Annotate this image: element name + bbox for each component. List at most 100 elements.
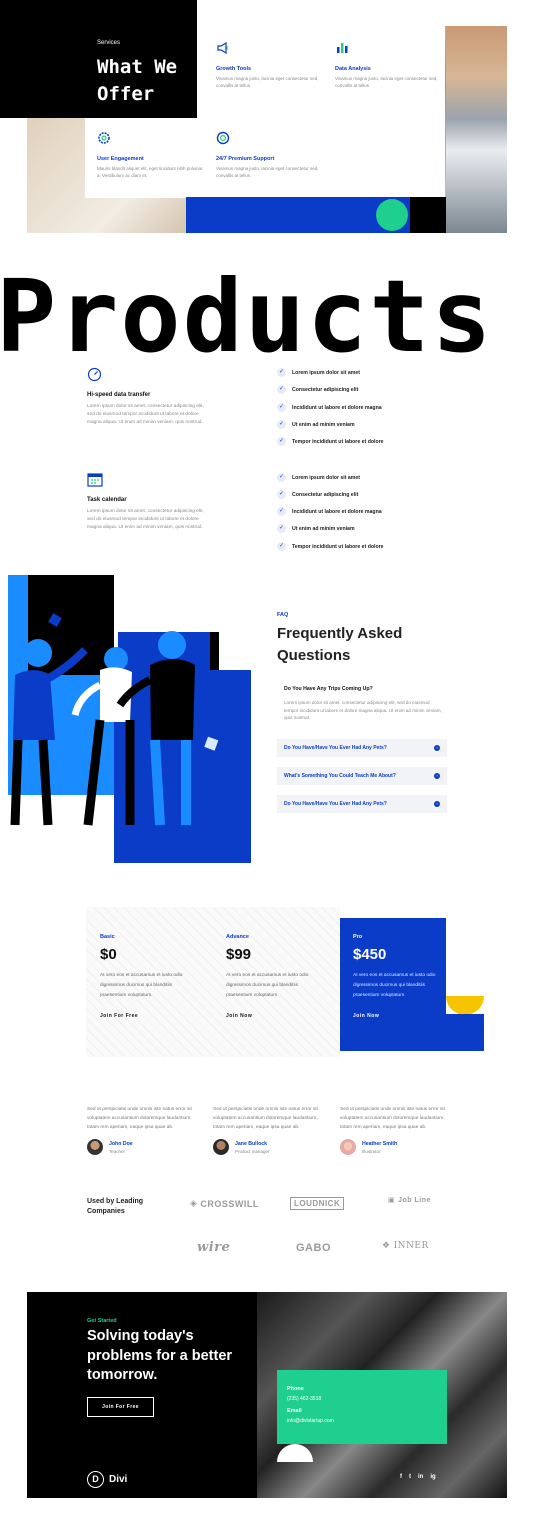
services-person-photo xyxy=(446,26,507,233)
services-green-circle xyxy=(376,199,408,231)
services-label: Services xyxy=(97,40,121,46)
used-by-heading: Used by Leading Companies xyxy=(87,1198,144,1215)
linkedin-icon[interactable]: in xyxy=(418,1474,423,1480)
calendar-icon xyxy=(87,473,103,487)
logo-inner: ❖ INNER xyxy=(382,1241,429,1251)
testimonial-role: Product manager xyxy=(235,1148,270,1154)
feature-title: 24/7 Premium Support xyxy=(216,156,275,162)
plan-name: Basic xyxy=(100,934,115,940)
plan-name: Advance xyxy=(226,934,249,940)
feature-title: Growth Tools xyxy=(216,66,252,72)
cta-label: Get Started xyxy=(87,1318,117,1324)
plan-price: $0 xyxy=(100,946,117,963)
checklist-item: ✓ Incididunt ut labore et dolore magna xyxy=(277,403,382,412)
faq-open-question[interactable]: Do You Have Any Trips Coming Up? xyxy=(284,686,373,692)
check-icon: ✓ xyxy=(277,437,286,446)
checklist-item: ✓ Incididunt ut labore et dolore magna xyxy=(277,507,382,516)
check-icon: ✓ xyxy=(277,403,286,412)
logo-loudnick: LOUDNICK xyxy=(290,1197,345,1210)
faq-item[interactable]: Do You Have/Have You Ever Had Any Pets? … xyxy=(277,739,447,757)
checklist-item: ✓ Ut enim ad minim veniam xyxy=(277,524,355,533)
testimonial-name: Heather Smith xyxy=(362,1140,398,1147)
avatar xyxy=(87,1139,103,1155)
feature-text: Vivamus magna justo, lacinia eget consec… xyxy=(335,76,438,88)
services-heading-block: Services What We Offer xyxy=(0,0,197,118)
product-feature-title: Task calendar xyxy=(87,497,127,503)
services-black-square xyxy=(410,197,446,233)
join-now-button[interactable]: Join Now xyxy=(226,1013,332,1019)
join-now-button[interactable]: Join Now xyxy=(353,1013,459,1019)
check-icon: ✓ xyxy=(277,420,286,429)
product-feature-text: Lorem ipsum dolor sit amet, consectetur … xyxy=(87,509,204,530)
pricing-card-advance: Advance $99 At vero eos et accusamus et … xyxy=(226,934,332,1067)
social-links: f t in ig xyxy=(393,1474,436,1480)
faq-open-answer: Lorem ipsum dolor sit amet, consectetur … xyxy=(284,700,442,720)
logo-jobline: ▣ Job Line xyxy=(388,1196,431,1205)
bar-chart-icon xyxy=(337,43,348,53)
plan-name: Pro xyxy=(353,934,363,940)
team-illustration xyxy=(8,575,251,863)
check-icon: ✓ xyxy=(277,368,286,377)
contact-card: Phone (235) 462-3518 Email info@divistar… xyxy=(277,1370,447,1444)
testimonial-text: Sed ut perspiciatis unde omnis iste natu… xyxy=(340,1107,445,1130)
testimonial: Sed ut perspiciatis unde omnis iste natu… xyxy=(340,1105,455,1155)
gear-icon xyxy=(98,132,110,144)
product-feature-text: Lorem ipsum dolor sit amet, consectetur … xyxy=(87,404,204,425)
pricing-card-basic: Basic $0 At vero eos et accusamus et ius… xyxy=(100,934,206,1067)
check-icon: ✓ xyxy=(277,490,286,499)
services-title: What We Offer xyxy=(97,56,178,105)
checklist-item: ✓ Consectetur adipiscing elit xyxy=(277,385,359,394)
checklist-item: ✓ Ut enim ad minim veniam xyxy=(277,420,355,429)
testimonial: Sed ut perspiciatis unde omnis iste natu… xyxy=(213,1105,328,1155)
divi-logo[interactable]: D Divi xyxy=(87,1471,127,1488)
check-icon: ✓ xyxy=(277,524,286,533)
logo-wire: wire xyxy=(197,1240,231,1255)
feature-text: Vivamus magna justo, lacinia eget consec… xyxy=(216,166,319,178)
feature-growth-tools: Growth Tools Vivamus magna justo, lacini… xyxy=(216,41,326,89)
logo-crosswill: ◈ CROSSWILL xyxy=(190,1198,259,1209)
jobline-mark-icon: ▣ xyxy=(388,1197,396,1204)
feature-text: Vivamus magna justo, lacinia eget consec… xyxy=(216,76,319,88)
testimonial-role: Teacher xyxy=(109,1148,126,1154)
services-blue-bar xyxy=(186,197,374,233)
testimonial: Sed ut perspiciatis unde omnis iste natu… xyxy=(87,1105,202,1155)
feature-title: User Engagement xyxy=(97,156,144,162)
faq-item[interactable]: Do You Have/Have You Ever Had Any Pets? … xyxy=(277,795,447,813)
phone-value[interactable]: (235) 462-3518 xyxy=(287,1396,334,1402)
crosswill-mark-icon: ◈ xyxy=(190,1198,198,1208)
chevron-right-icon: › xyxy=(434,773,440,779)
testimonial-text: Sed ut perspiciatis unde omnis iste natu… xyxy=(213,1107,318,1130)
lifebuoy-icon xyxy=(216,131,230,145)
check-icon: ✓ xyxy=(277,385,286,394)
plan-description: At vero eos et accusamus et iusto odio d… xyxy=(226,973,309,998)
megaphone-icon xyxy=(217,41,228,55)
plan-price: $450 xyxy=(353,946,387,963)
check-icon: ✓ xyxy=(277,473,286,482)
cta-join-button[interactable]: Join For Free xyxy=(87,1397,154,1417)
facebook-icon[interactable]: f xyxy=(400,1474,402,1480)
faq-item[interactable]: What's Something You Could Teach Me Abou… xyxy=(277,767,447,785)
email-value[interactable]: info@divistartup.com xyxy=(287,1418,334,1424)
instagram-icon[interactable]: ig xyxy=(430,1474,435,1480)
feature-data-analysis: Data Analysis Vivamus magna justo, lacin… xyxy=(335,41,445,89)
phone-label: Phone xyxy=(287,1386,304,1392)
join-free-button[interactable]: Join For Free xyxy=(100,1013,206,1019)
products-heading: Products xyxy=(0,258,494,375)
faq-title: Frequently Asked Questions xyxy=(277,625,403,664)
check-icon: ✓ xyxy=(277,542,286,551)
checklist-item: ✓ Lorem ipsum dolor sit amet xyxy=(277,368,361,377)
check-icon: ✓ xyxy=(277,507,286,516)
checklist-item: ✓ Tempor incididunt ut labore et dolore xyxy=(277,542,384,551)
chevron-right-icon: › xyxy=(434,801,440,807)
twitter-icon[interactable]: t xyxy=(409,1474,411,1480)
testimonial-name: John Doe xyxy=(109,1140,133,1147)
email-label: Email xyxy=(287,1408,302,1414)
feature-title: Data Analysis xyxy=(335,66,371,72)
divi-mark-icon: D xyxy=(87,1471,104,1488)
speedometer-icon xyxy=(87,367,102,382)
product-feature-title: Hi-speed data transfer xyxy=(87,392,151,398)
cta-title: Solving today's problems for a better to… xyxy=(87,1328,233,1383)
plan-description: At vero eos et accusamus et iusto odio d… xyxy=(353,973,436,998)
feature-premium-support: 24/7 Premium Support Vivamus magna justo… xyxy=(216,131,326,179)
pricing-card-pro: Pro $450 At vero eos et accusamus et ius… xyxy=(353,934,459,1067)
